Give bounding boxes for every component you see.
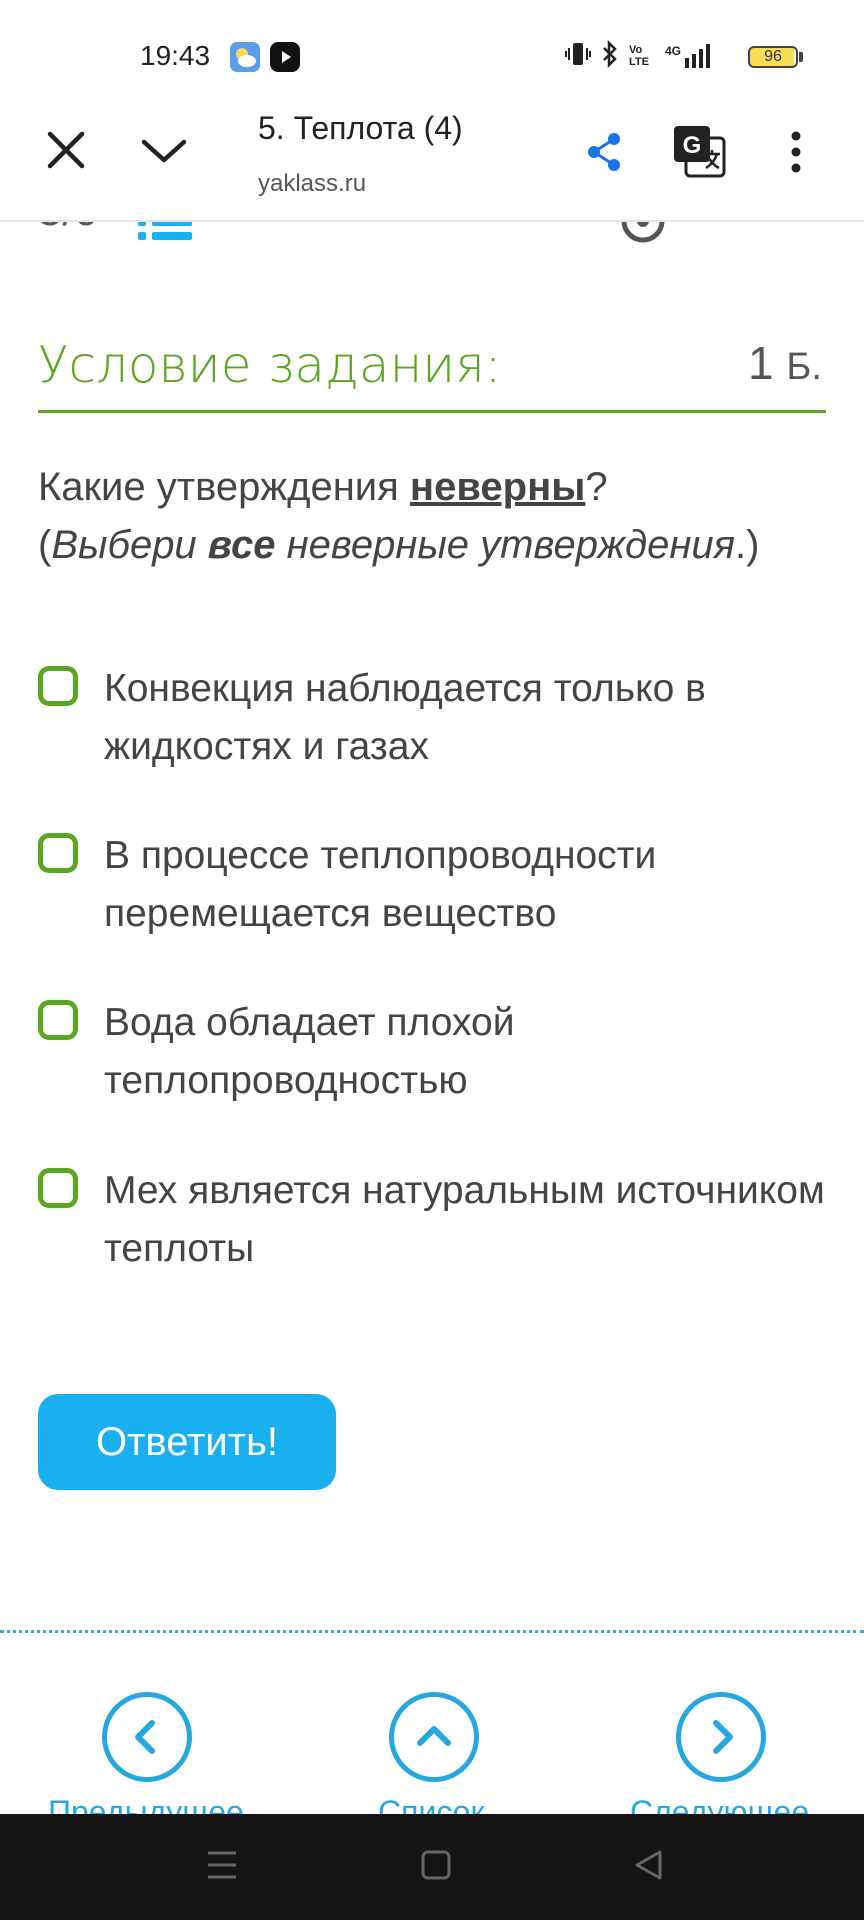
points-value: 1	[748, 337, 774, 389]
close-icon	[47, 131, 85, 169]
option-checkbox[interactable]	[38, 833, 78, 873]
prev-button[interactable]	[102, 1692, 192, 1782]
option-checkbox[interactable]	[38, 1000, 78, 1040]
progress-row: 5/9 00:49:23	[0, 222, 864, 262]
instruction-part-b: все	[207, 523, 276, 567]
timer-icon	[620, 222, 666, 249]
chevron-right-icon	[713, 1720, 733, 1754]
bluetooth-icon	[599, 39, 621, 73]
task-heading: Условие задания:	[38, 336, 502, 394]
option-label: Вода обладает плохой теплопроводностью	[104, 1001, 515, 1102]
footer-divider	[0, 1630, 864, 1633]
option-label: В процессе теплопроводности перемещается…	[104, 834, 657, 935]
answer-option[interactable]: В процессе теплопроводности перемещается…	[38, 827, 828, 943]
vibrate-icon	[565, 40, 591, 73]
home-icon	[421, 1850, 451, 1880]
instruction-part-a: Выбери	[51, 523, 208, 567]
back-triangle-icon	[635, 1850, 662, 1880]
question-emphasis: неверны	[409, 465, 586, 509]
home-button[interactable]	[420, 1848, 452, 1887]
chevron-left-icon	[135, 1720, 155, 1754]
more-menu-button[interactable]	[784, 130, 808, 174]
heading-rule	[38, 410, 826, 413]
instruction-close: .)	[734, 523, 760, 567]
question-instruction: (Выбери все неверные утверждения.)	[38, 516, 828, 574]
header-divider	[0, 220, 864, 222]
submit-button[interactable]: Ответить!	[38, 1394, 336, 1490]
share-button[interactable]	[584, 130, 624, 174]
battery-tip	[799, 52, 803, 62]
translate-button[interactable]: G	[672, 124, 728, 180]
answer-option[interactable]: Мех является натуральным источником тепл…	[38, 1162, 828, 1278]
next-button[interactable]	[676, 1692, 766, 1782]
system-nav-bar	[0, 1814, 864, 1920]
instruction-open: (	[38, 523, 52, 567]
instruction-part-c: неверные утверждения	[275, 523, 735, 567]
question-prefix: Какие утверждения	[38, 465, 410, 509]
chevron-down-icon	[141, 139, 187, 163]
status-time: 19:43	[140, 40, 211, 71]
recents-button[interactable]	[206, 1848, 238, 1887]
task-list-icon[interactable]	[138, 222, 194, 257]
page-title: 5. Теплота (4)	[258, 110, 463, 146]
list-button[interactable]	[389, 1692, 479, 1782]
share-icon	[588, 133, 620, 171]
battery-indicator: 96	[748, 46, 798, 68]
more-vertical-icon	[791, 131, 801, 173]
weather-icon	[230, 42, 260, 72]
points-unit: Б.	[786, 346, 822, 388]
svg-text:G: G	[683, 132, 702, 159]
option-label: Мех является натуральным источником тепл…	[104, 1169, 825, 1270]
option-label: Конвекция наблюдается только в жидкостях…	[104, 667, 706, 768]
answer-option[interactable]: Конвекция наблюдается только в жидкостях…	[38, 660, 828, 776]
4g-signal-icon: 4G	[665, 44, 713, 68]
youtube-icon	[270, 42, 300, 72]
collapse-button[interactable]	[140, 134, 188, 168]
answer-option[interactable]: Вода обладает плохой теплопроводностью	[38, 994, 828, 1110]
menu-icon	[208, 1851, 236, 1879]
network-type-label: 4G	[665, 44, 682, 58]
option-checkbox[interactable]	[38, 666, 78, 706]
status-right-icons: Vo LTE 4G	[565, 39, 713, 73]
progress-counter: 5/9	[38, 222, 99, 236]
question-text: Какие утверждения неверны? (Выбери все н…	[38, 458, 828, 574]
task-points: 1 Б.	[748, 336, 822, 390]
chevron-up-icon	[417, 1726, 451, 1746]
timer-text: 00:49:23	[684, 222, 832, 231]
back-button[interactable]	[632, 1848, 664, 1887]
page-domain: yaklass.ru	[258, 170, 367, 197]
volte-icon: Vo LTE	[629, 44, 649, 68]
close-button[interactable]	[44, 128, 88, 172]
question-suffix: ?	[585, 465, 608, 509]
translate-icon: G	[674, 126, 726, 178]
option-checkbox[interactable]	[38, 1168, 78, 1208]
